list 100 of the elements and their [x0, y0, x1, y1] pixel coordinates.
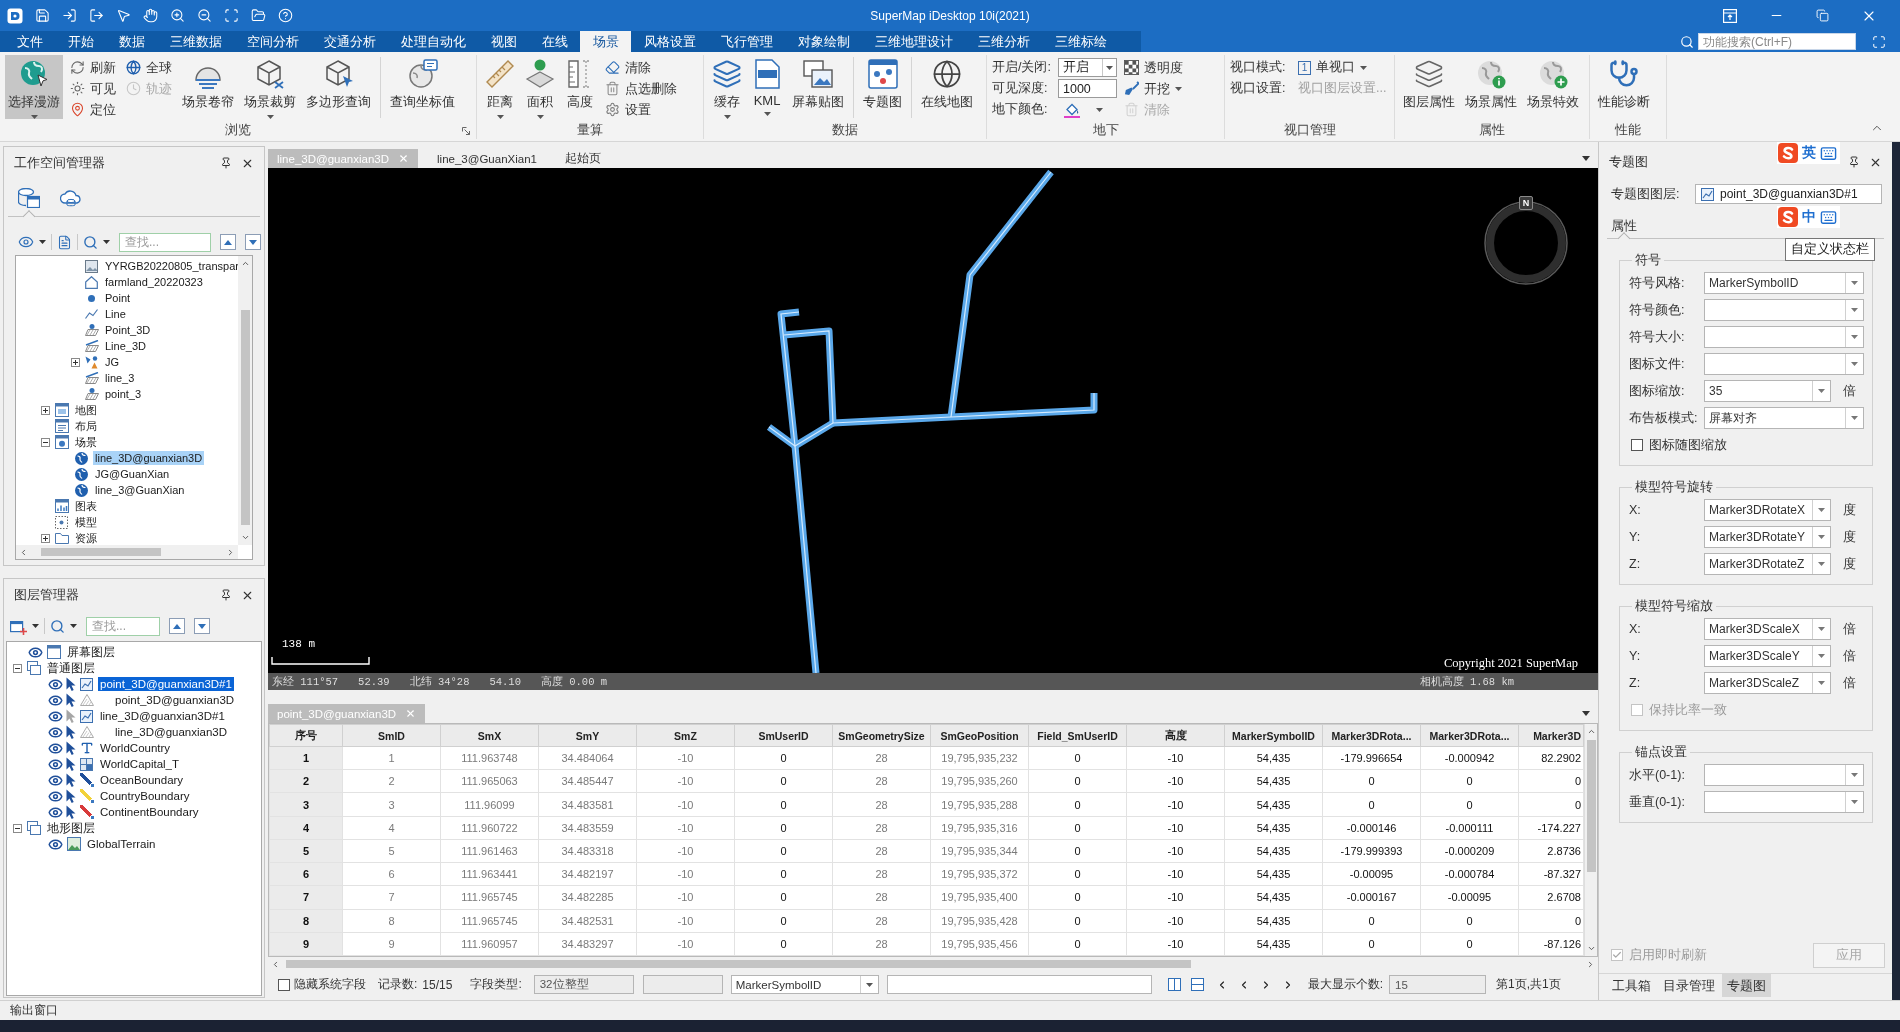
horizontal-scrollbar[interactable] — [16, 545, 238, 559]
app-logo-icon[interactable] — [7, 7, 23, 24]
move-down-button[interactable] — [245, 234, 261, 250]
layer-item[interactable]: ContinentBoundary — [98, 805, 201, 819]
layer-item[interactable]: GlobalTerrain — [85, 837, 158, 851]
dropdown-field[interactable]: Marker3DScaleZ — [1704, 672, 1831, 694]
dropdown-field[interactable]: 35 — [1704, 380, 1831, 402]
ribbon-button[interactable]: 场景裁剪 — [241, 55, 299, 119]
frame-corners-icon[interactable] — [224, 8, 239, 23]
eye-icon[interactable] — [48, 692, 63, 708]
scene-view[interactable]: N 138 m Copyright 2021 SuperMap — [268, 168, 1598, 673]
tree-item[interactable]: Line — [103, 307, 128, 321]
panel-tab[interactable]: 目录管理 — [1658, 974, 1720, 997]
ribbon-button[interactable]: 清除 — [602, 57, 680, 78]
menu-tab[interactable]: 开始 — [55, 31, 106, 52]
ribbon-button[interactable]: 在线地图 — [918, 55, 976, 119]
tree-item[interactable]: line_3@GuanXian — [93, 483, 187, 497]
search-icon[interactable] — [50, 618, 65, 634]
pointer-icon[interactable] — [66, 693, 76, 707]
column-header[interactable]: SmUserID — [734, 724, 833, 747]
scrollbar-thumb[interactable] — [1586, 740, 1596, 872]
dropdown-field[interactable] — [1704, 791, 1864, 813]
checkbox[interactable] — [278, 978, 290, 991]
ribbon-button[interactable]: KML — [749, 55, 785, 119]
dropdown-button[interactable]: 1 单视口 — [1296, 58, 1369, 77]
column-header[interactable]: Field_SmUserID — [1028, 724, 1127, 747]
restore-icon[interactable] — [1816, 9, 1829, 22]
tree-item[interactable]: 图表 — [73, 499, 99, 513]
split-vertical-icon[interactable] — [1167, 978, 1181, 991]
ribbon-button[interactable]: 场景卷帘 — [179, 55, 237, 119]
input-method-bar[interactable]: 英 — [1777, 142, 1840, 164]
document-icon[interactable] — [57, 234, 72, 250]
tree-item[interactable]: 地图 — [73, 403, 99, 417]
input-field[interactable] — [642, 975, 723, 994]
split-horizontal-icon[interactable] — [1190, 978, 1204, 991]
collapse-icon[interactable] — [13, 663, 22, 673]
menu-tab[interactable]: 对象绘制 — [785, 31, 862, 52]
tree-item[interactable]: line_3D@guanxian3D — [93, 451, 205, 465]
pin-icon[interactable] — [220, 589, 232, 601]
ribbon-button[interactable]: 距离 — [482, 55, 518, 119]
menu-tab[interactable]: 在线 — [529, 31, 580, 52]
eye-icon[interactable] — [48, 740, 63, 756]
caret-icon[interactable] — [1582, 156, 1590, 161]
input-field[interactable] — [886, 975, 1152, 994]
tree-item[interactable]: farmland_20220323 — [103, 275, 205, 289]
compass-icon[interactable] — [1484, 201, 1568, 285]
ribbon-button[interactable]: 刷新 — [67, 57, 119, 78]
layer-item[interactable]: line_3D@guanxian3D — [113, 725, 230, 739]
menu-tab[interactable]: 飞行管理 — [708, 31, 785, 52]
save-icon[interactable] — [35, 8, 50, 23]
tree-item[interactable]: line_3 — [103, 371, 137, 385]
help-icon[interactable] — [278, 8, 293, 23]
ribbon-button[interactable]: 场景属性 — [1462, 55, 1520, 119]
pointer-icon[interactable] — [66, 805, 76, 819]
max-count-field[interactable]: 15 — [1389, 975, 1487, 994]
ribbon-button[interactable]: 专题图 — [860, 55, 905, 119]
column-header[interactable]: Marker3DRota... — [1322, 724, 1421, 747]
ribbon-button[interactable]: 多边形查询 — [303, 55, 374, 119]
tree-item[interactable]: 布局 — [73, 419, 99, 433]
ribbon-button[interactable]: 缓存 — [709, 55, 745, 119]
zoom-out-icon[interactable] — [197, 8, 212, 23]
scrollbar-thumb[interactable] — [240, 310, 250, 525]
dropdown-field[interactable] — [1704, 764, 1864, 786]
layer-item[interactable]: point_3D@guanxian3D#1 — [98, 677, 234, 691]
column-header[interactable]: SmGeometrySize — [832, 724, 931, 747]
tree-item[interactable]: point_3 — [103, 387, 144, 401]
ribbon-button[interactable]: 高度 — [562, 55, 598, 119]
menu-tab[interactable]: 文件 — [4, 31, 55, 52]
dropdown-field[interactable]: Marker3DRotateX — [1704, 499, 1831, 521]
tree-item[interactable]: Line_3D — [103, 339, 148, 353]
ribbon-button[interactable]: 可见 — [67, 78, 119, 99]
dropdown-field[interactable] — [1704, 353, 1864, 375]
dropdown-field[interactable]: Marker3DRotateZ — [1704, 553, 1831, 575]
panel-tab[interactable]: 工具箱 — [1607, 974, 1656, 997]
panel-tab[interactable]: 专题图 — [1722, 974, 1771, 997]
collapse-icon[interactable] — [41, 437, 50, 447]
output-window-tab[interactable]: 输出窗口 — [0, 1002, 68, 1019]
tree-item[interactable]: JG@GuanXian — [93, 467, 172, 481]
ribbon-button[interactable]: 图层属性 — [1400, 55, 1458, 119]
search-icon[interactable] — [83, 234, 98, 250]
pointer-icon[interactable] — [66, 725, 76, 739]
pointer-icon[interactable] — [66, 757, 76, 771]
eye-icon[interactable] — [48, 708, 63, 724]
ribbon-button[interactable]: 开挖 — [1121, 78, 1186, 99]
layer-item[interactable]: CountryBoundary — [98, 789, 192, 803]
ribbon-button[interactable]: 全球 — [123, 57, 175, 78]
eye-icon[interactable] — [48, 724, 63, 740]
layer-item[interactable]: OceanBoundary — [98, 773, 186, 787]
tree-item[interactable]: Point — [103, 291, 133, 305]
menu-tab[interactable]: 空间分析 — [234, 31, 311, 52]
eye-icon[interactable] — [28, 644, 43, 660]
checkbox[interactable] — [1631, 439, 1643, 451]
tree-item[interactable]: Point_3D — [103, 323, 153, 337]
layer-item[interactable]: line_3D@guanxian3D#1 — [98, 709, 227, 723]
column-header[interactable]: 高度 — [1126, 724, 1225, 747]
layer-field[interactable]: point_3D@guanxian3D#1 — [1695, 184, 1882, 204]
ribbon-button[interactable]: 点选删除 — [602, 78, 680, 99]
input-field[interactable]: 1000 — [1058, 79, 1117, 98]
ribbon-button[interactable]: 屏幕贴图 — [789, 55, 847, 119]
eye-icon[interactable] — [48, 772, 63, 788]
